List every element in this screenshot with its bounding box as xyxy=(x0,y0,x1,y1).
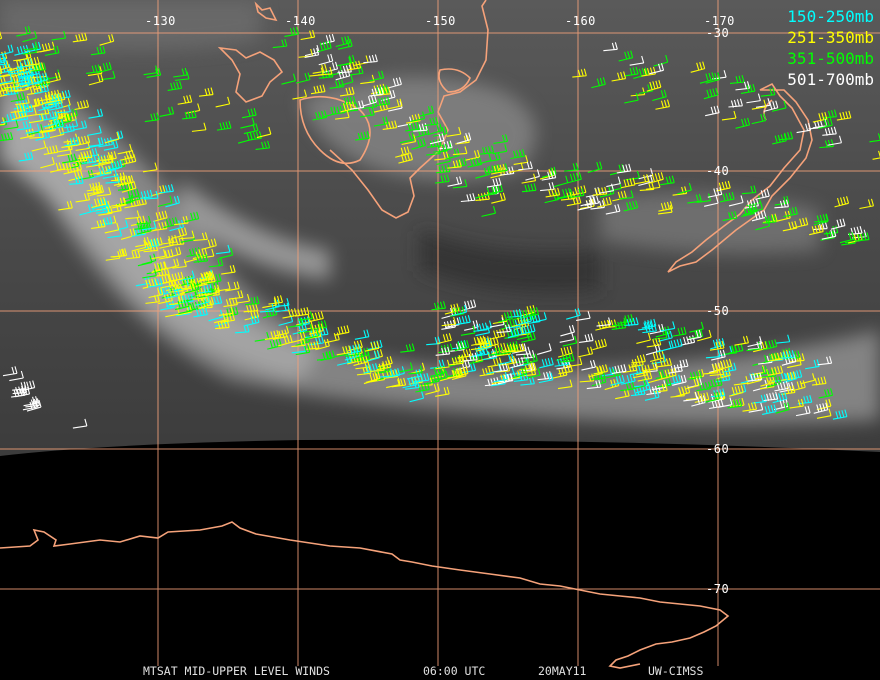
data-source: UW-CIMSS xyxy=(648,664,704,678)
lat-label-30: -30 xyxy=(706,26,730,40)
lat-label-50: -50 xyxy=(706,304,730,318)
pressure-legend: 150-250mb 251-350mb 351-500mb 501-700mb xyxy=(787,6,874,90)
lon-label-140: -140 xyxy=(285,14,316,28)
lat-label-70: -70 xyxy=(706,582,730,596)
lat-label-60: -60 xyxy=(706,442,730,456)
satellite-image-area xyxy=(0,0,880,456)
lon-label-150: -150 xyxy=(425,14,456,28)
product-name: MTSAT MID-UPPER LEVEL WINDS xyxy=(143,664,330,678)
satellite-wind-map xyxy=(0,0,880,669)
map-caption: MTSAT MID-UPPER LEVEL WINDS 06:00 UTC 20… xyxy=(0,664,880,678)
obs-time: 06:00 UTC xyxy=(423,664,486,678)
lon-label-160: -160 xyxy=(565,14,596,28)
lat-label-40: -40 xyxy=(706,164,730,178)
lon-label-130: -130 xyxy=(145,14,176,28)
obs-date: 20MAY11 xyxy=(538,664,587,678)
legend-item-150-250: 150-250mb xyxy=(787,7,874,26)
legend-item-351-500: 351-500mb xyxy=(787,49,874,68)
legend-item-251-350: 251-350mb xyxy=(787,28,874,47)
legend-item-501-700: 501-700mb xyxy=(787,70,874,89)
